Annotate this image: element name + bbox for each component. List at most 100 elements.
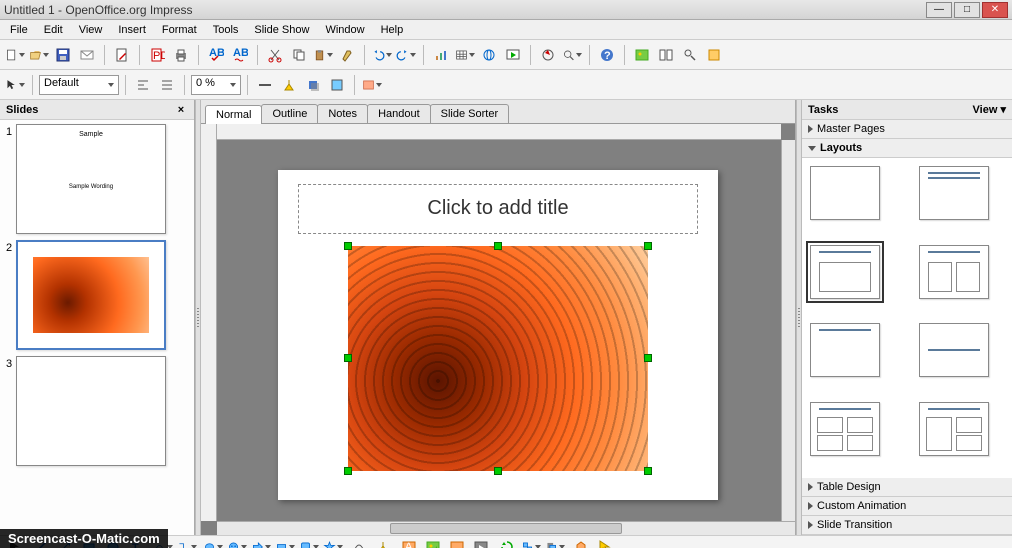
symbol-shapes-button[interactable] xyxy=(226,536,248,548)
resize-handle-nw[interactable] xyxy=(344,242,352,250)
basic-shapes-button[interactable] xyxy=(202,536,224,548)
open-button[interactable] xyxy=(28,44,50,66)
resize-handle-e[interactable] xyxy=(644,354,652,362)
section-slide-transition[interactable]: Slide Transition xyxy=(802,516,1012,535)
gallery-button[interactable] xyxy=(631,44,653,66)
shadow-button[interactable] xyxy=(302,74,324,96)
line-style-button[interactable] xyxy=(254,74,276,96)
resize-handle-sw[interactable] xyxy=(344,467,352,475)
resize-handle-s[interactable] xyxy=(494,467,502,475)
section-table-design[interactable]: Table Design xyxy=(802,478,1012,497)
window-maximize-button[interactable]: □ xyxy=(954,2,980,18)
stars-button[interactable] xyxy=(322,536,344,548)
redo-button[interactable] xyxy=(395,44,417,66)
help-button[interactable]: ? xyxy=(596,44,618,66)
copy-button[interactable] xyxy=(288,44,310,66)
menu-format[interactable]: Format xyxy=(154,22,205,38)
export-pdf-button[interactable]: PDF xyxy=(146,44,168,66)
layout-title-only[interactable] xyxy=(810,323,880,377)
inserted-image[interactable] xyxy=(348,246,648,471)
layout-blank[interactable] xyxy=(810,166,880,220)
section-master-pages[interactable]: Master Pages xyxy=(802,120,1012,139)
menu-tools[interactable]: Tools xyxy=(205,22,247,38)
rotate-button[interactable] xyxy=(496,536,518,548)
window-minimize-button[interactable]: — xyxy=(926,2,952,18)
align-button[interactable] xyxy=(520,536,542,548)
email-button[interactable] xyxy=(76,44,98,66)
block-arrows-button[interactable] xyxy=(250,536,272,548)
find-button[interactable] xyxy=(679,44,701,66)
print-button[interactable] xyxy=(170,44,192,66)
style-combo[interactable]: Default xyxy=(39,75,119,95)
connector-tool-button[interactable] xyxy=(176,536,198,548)
para-justify-button[interactable] xyxy=(156,74,178,96)
window-close-button[interactable]: ✕ xyxy=(982,2,1008,18)
section-layouts[interactable]: Layouts xyxy=(802,139,1012,158)
tab-outline[interactable]: Outline xyxy=(261,104,318,123)
layout-title-content[interactable] xyxy=(810,245,880,299)
arrow-select-button[interactable] xyxy=(4,74,26,96)
slide-page[interactable]: Click to add title xyxy=(278,170,718,500)
format-paintbrush-button[interactable] xyxy=(336,44,358,66)
save-button[interactable] xyxy=(52,44,74,66)
menu-file[interactable]: File xyxy=(2,22,36,38)
from-file-button[interactable] xyxy=(422,536,444,548)
menu-slideshow[interactable]: Slide Show xyxy=(246,22,317,38)
layout-title[interactable] xyxy=(919,166,989,220)
layout-centered[interactable] xyxy=(919,323,989,377)
scrollbar-vertical[interactable] xyxy=(781,140,795,521)
points-edit-button[interactable] xyxy=(348,536,370,548)
menu-insert[interactable]: Insert xyxy=(110,22,154,38)
autospell-button[interactable]: ABC xyxy=(229,44,251,66)
canvas-area[interactable]: Click to add title xyxy=(201,124,795,535)
arrange-button[interactable] xyxy=(544,536,566,548)
chart-button[interactable] xyxy=(430,44,452,66)
filter-button[interactable] xyxy=(361,74,383,96)
gallery2-button[interactable] xyxy=(446,536,468,548)
zoom-combo[interactable]: 0 % xyxy=(191,75,241,95)
resize-handle-se[interactable] xyxy=(644,467,652,475)
flowchart-button[interactable] xyxy=(274,536,296,548)
scrollbar-thumb[interactable] xyxy=(390,523,621,534)
tasks-view-menu[interactable]: View ▾ xyxy=(973,103,1006,116)
menu-view[interactable]: View xyxy=(71,22,111,38)
new-button[interactable] xyxy=(4,44,26,66)
slideshow-button[interactable] xyxy=(502,44,524,66)
title-placeholder[interactable]: Click to add title xyxy=(298,184,698,234)
slide-thumb-3[interactable] xyxy=(16,356,166,466)
layout-two-content[interactable] xyxy=(919,245,989,299)
interaction-button[interactable] xyxy=(594,536,616,548)
layout-three-content[interactable] xyxy=(919,402,989,456)
tab-handout[interactable]: Handout xyxy=(367,104,431,123)
resize-handle-n[interactable] xyxy=(494,242,502,250)
edit-file-button[interactable] xyxy=(111,44,133,66)
menu-help[interactable]: Help xyxy=(373,22,412,38)
paste-button[interactable] xyxy=(312,44,334,66)
slide-thumb-1[interactable]: Sample Sample Wording xyxy=(16,124,166,234)
tab-slidesorter[interactable]: Slide Sorter xyxy=(430,104,509,123)
datasource-button[interactable] xyxy=(655,44,677,66)
layout-four-content[interactable] xyxy=(810,402,880,456)
table-button[interactable] xyxy=(454,44,476,66)
scrollbar-horizontal[interactable] xyxy=(217,521,795,535)
resize-handle-ne[interactable] xyxy=(644,242,652,250)
gluepoints-button[interactable] xyxy=(372,536,394,548)
menu-window[interactable]: Window xyxy=(317,22,372,38)
spellcheck-button[interactable]: ABC xyxy=(205,44,227,66)
splitter-right[interactable] xyxy=(796,100,802,535)
fontwork-button[interactable]: A xyxy=(398,536,420,548)
resize-handle-w[interactable] xyxy=(344,354,352,362)
callouts-button[interactable] xyxy=(298,536,320,548)
tab-notes[interactable]: Notes xyxy=(317,104,368,123)
slide-thumb-2[interactable] xyxy=(16,240,166,350)
tab-normal[interactable]: Normal xyxy=(205,105,262,124)
close-icon[interactable]: × xyxy=(174,103,188,117)
menu-edit[interactable]: Edit xyxy=(36,22,71,38)
para-left-button[interactable] xyxy=(132,74,154,96)
extrusion-button[interactable] xyxy=(570,536,592,548)
undo-button[interactable] xyxy=(371,44,393,66)
color-button[interactable] xyxy=(326,74,348,96)
section-custom-animation[interactable]: Custom Animation xyxy=(802,497,1012,516)
media-button[interactable] xyxy=(470,536,492,548)
navigator-button[interactable] xyxy=(537,44,559,66)
